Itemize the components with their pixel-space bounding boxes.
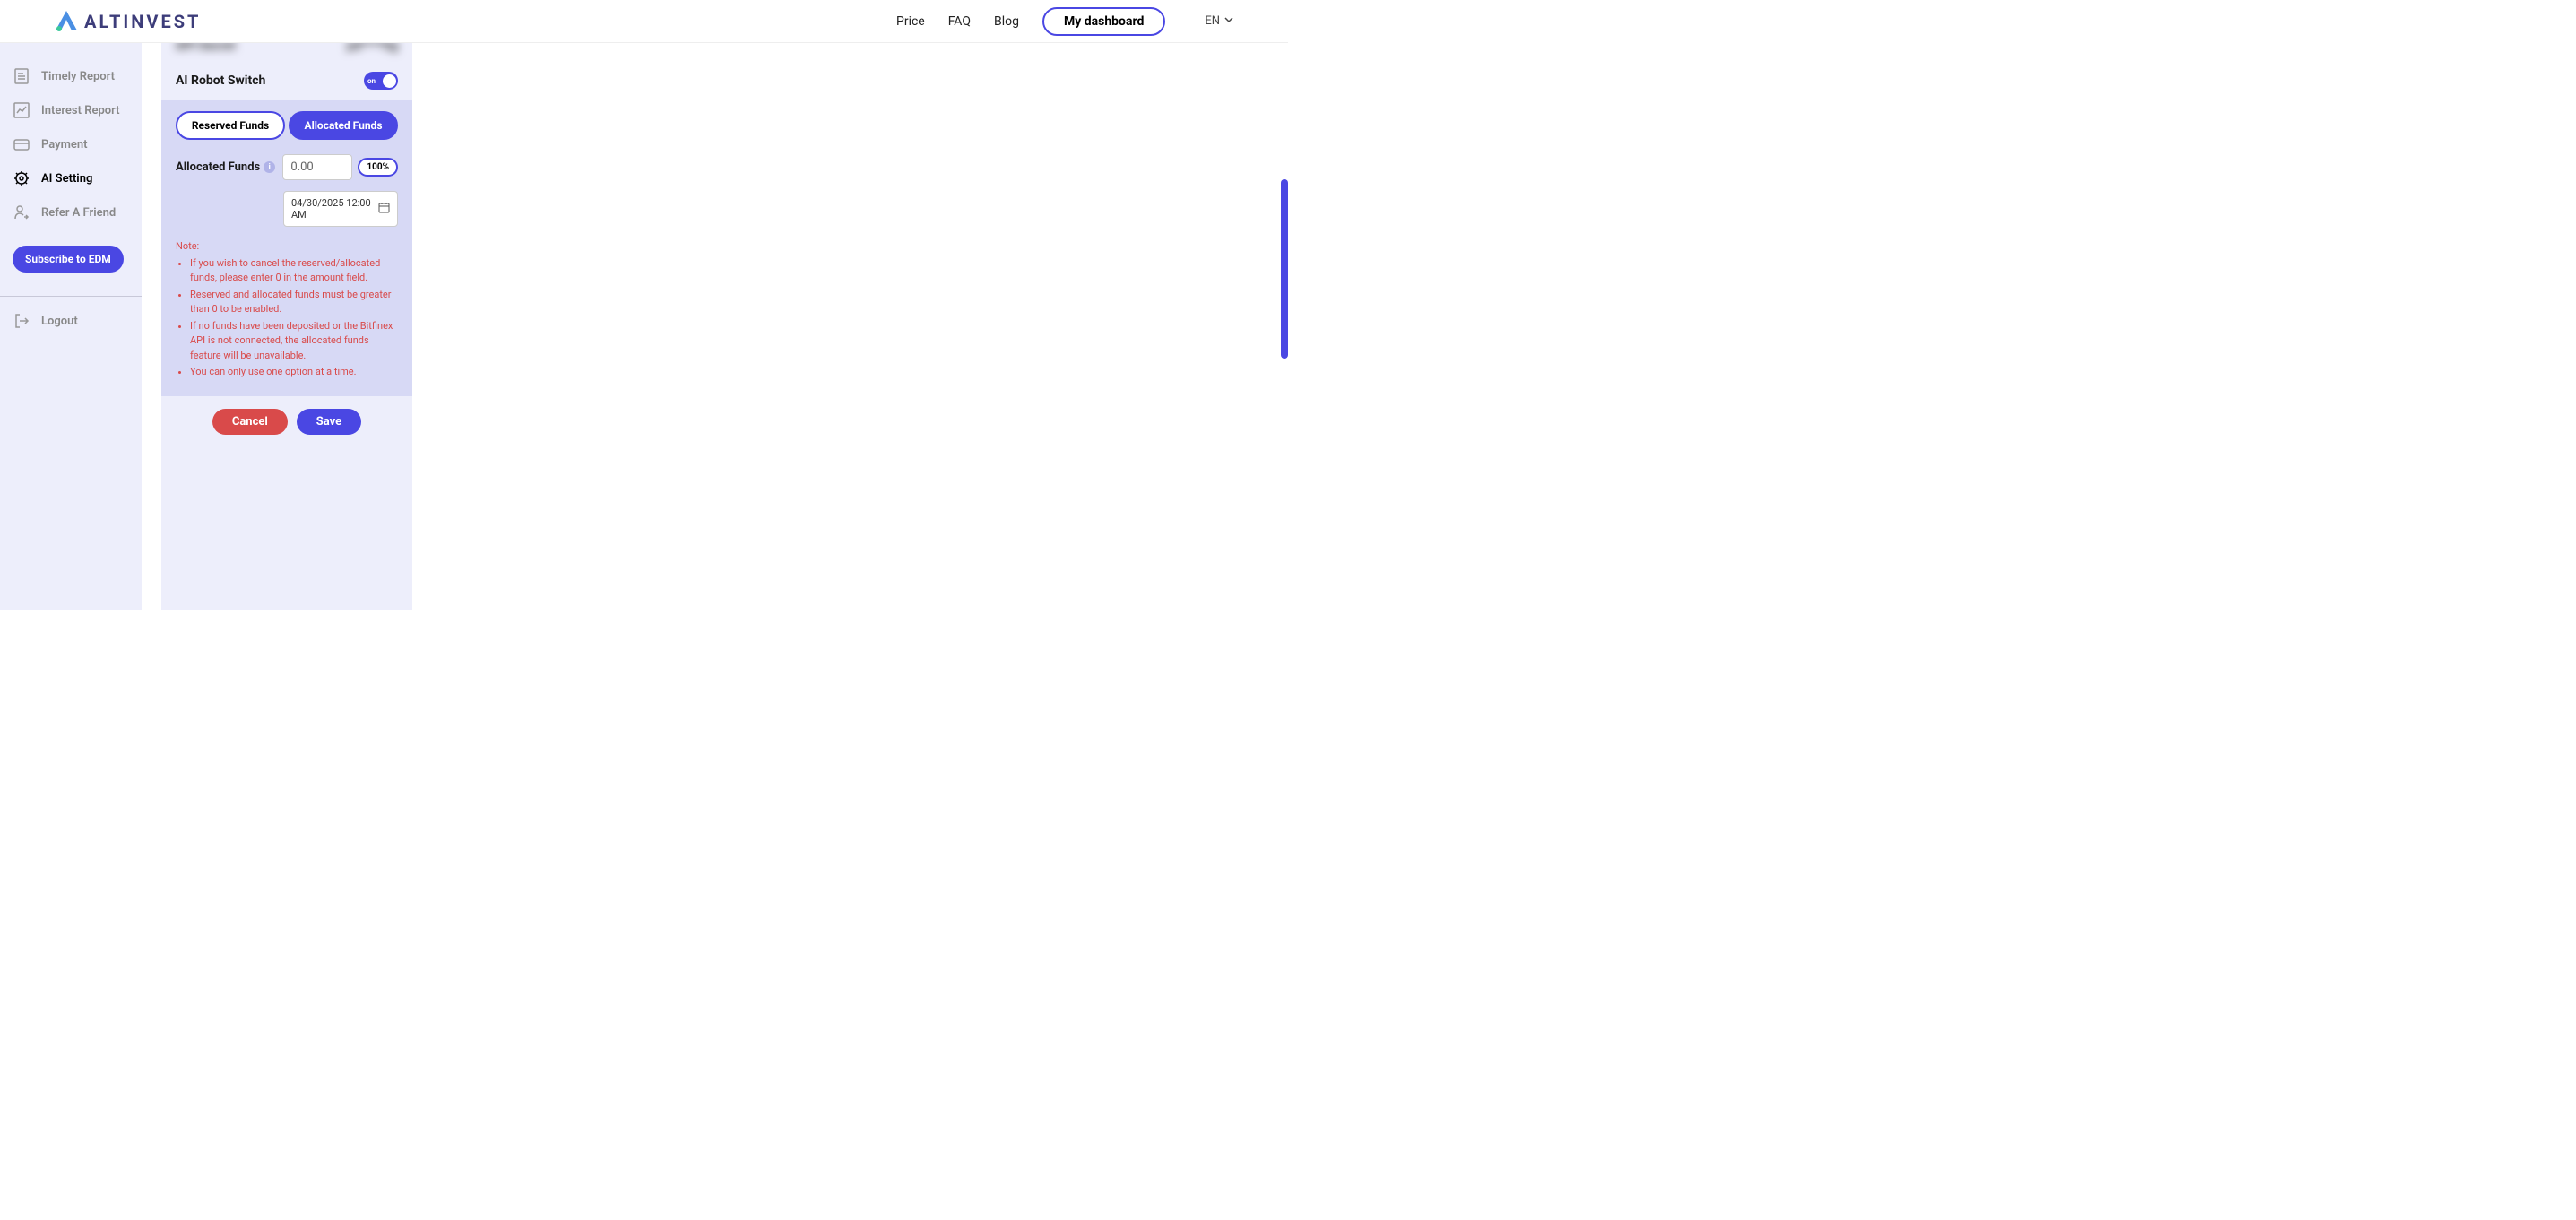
logout-icon [13,312,30,330]
sidebar-item-label: Logout [41,315,78,328]
info-icon[interactable]: i [264,161,275,173]
cancel-button[interactable]: Cancel [212,409,288,435]
sidebar-item-logout[interactable]: Logout [0,304,142,338]
logo-text: ALTINVEST [84,11,201,32]
sidebar-item-label: Timely Report [41,70,115,83]
note-item: If no funds have been deposited or the B… [190,319,398,364]
sidebar-item-refer-friend[interactable]: Refer A Friend [0,195,142,229]
toggle-knob [383,74,396,88]
allocated-amount-input[interactable] [282,154,352,180]
chevron-down-icon [1223,14,1234,29]
divider [0,296,142,297]
note-title: Note: [176,239,398,255]
funds-panel: Reserved Funds Allocated Funds Allocated… [161,100,412,396]
sidebar-item-label: Interest Report [41,104,119,117]
sidebar-item-label: Payment [41,138,88,151]
ai-robot-toggle[interactable]: on [364,72,398,90]
save-button[interactable]: Save [297,409,361,435]
ai-robot-switch-row: AI Robot Switch on [161,59,412,100]
note-item: You can only use one option at a time. [190,365,398,380]
date-value: 04/30/2025 12:00 AM [291,197,378,221]
document-icon [13,67,30,85]
logo[interactable]: ALTINVEST [54,9,201,34]
sidebar: Timely Report Interest Report Payment AI… [0,43,142,610]
sidebar-item-label: AI Setting [41,172,92,186]
scrollbar[interactable] [1281,179,1288,359]
sidebar-item-ai-setting[interactable]: AI Setting [0,161,142,195]
note-item: Reserved and allocated funds must be gre… [190,288,398,317]
nav-faq[interactable]: FAQ [948,14,971,29]
card-icon [13,135,30,153]
funds-tabs: Reserved Funds Allocated Funds [176,111,398,140]
subscribe-edm-button[interactable]: Subscribe to EDM [13,246,124,273]
tab-reserved-funds[interactable]: Reserved Funds [176,111,285,140]
my-dashboard-button[interactable]: My dashboard [1042,7,1165,36]
main-panel: API Keybg****key API Secretpd****hg AI R… [161,0,412,610]
note-section: Note: If you wish to cancel the reserved… [176,239,398,380]
language-label: EN [1205,14,1220,28]
toggle-state-text: on [367,77,376,85]
sidebar-item-interest-report[interactable]: Interest Report [0,93,142,127]
sidebar-item-label: Refer A Friend [41,206,116,220]
sidebar-item-payment[interactable]: Payment [0,127,142,161]
action-buttons: Cancel Save [161,396,412,447]
logo-icon [54,9,79,34]
header: ALTINVEST Price FAQ Blog My dashboard EN [0,0,1288,43]
sidebar-item-timely-report[interactable]: Timely Report [0,59,142,93]
allocated-funds-label: Allocated Funds i [176,160,277,174]
nav-blog[interactable]: Blog [994,14,1019,29]
switch-label: AI Robot Switch [176,74,265,88]
user-share-icon [13,203,30,221]
chart-icon [13,101,30,119]
allocated-funds-row: Allocated Funds i 100% [176,154,398,180]
note-item: If you wish to cancel the reserved/alloc… [190,256,398,286]
calendar-icon [378,202,390,216]
tab-allocated-funds[interactable]: Allocated Funds [289,111,398,140]
nav-price[interactable]: Price [896,14,925,29]
percent-100-button[interactable]: 100% [358,158,398,177]
language-selector[interactable]: EN [1205,14,1234,29]
date-picker[interactable]: 04/30/2025 12:00 AM [283,191,398,227]
gear-icon [13,169,30,187]
